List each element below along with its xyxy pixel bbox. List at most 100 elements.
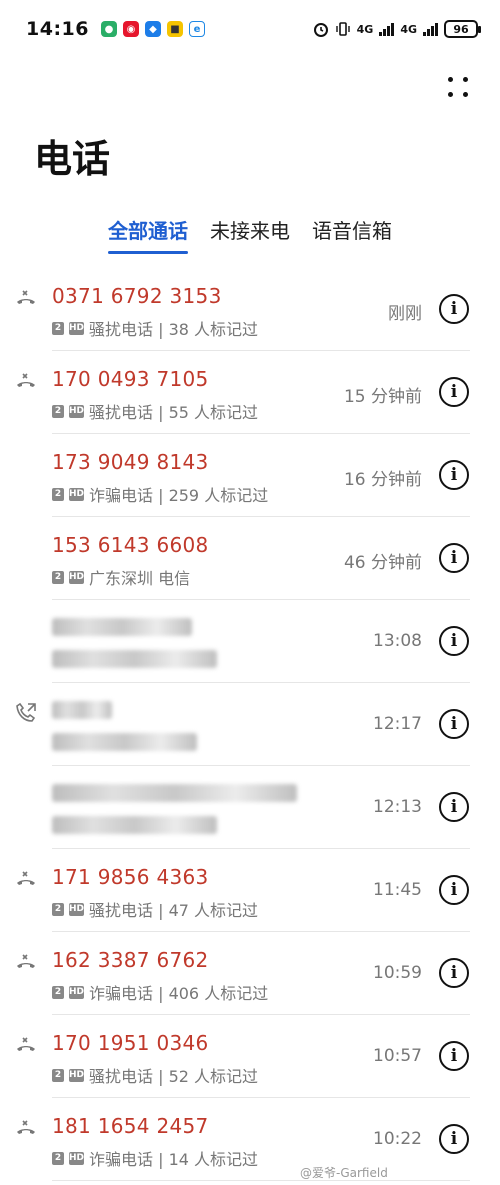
call-info-button[interactable]: i: [439, 875, 469, 905]
call-time: 46 分钟前: [343, 553, 422, 573]
dot-icon: [448, 92, 453, 97]
call-subtitle: 2 HD 骚扰电话 | 55 人标记过: [52, 399, 258, 423]
wechat-icon: ●: [100, 21, 117, 37]
news-app-icon: ■: [166, 21, 183, 37]
hd-badge: HD: [69, 321, 85, 335]
blurred-subtitle: [52, 733, 197, 751]
sim-badge: 2: [52, 487, 64, 501]
call-number: 171 9856 4363: [52, 865, 209, 889]
sim-badge: 2: [52, 321, 64, 335]
rejected-call-icon: [14, 286, 38, 310]
notification-icons: ● ◉ ◆ ■ e: [100, 21, 205, 37]
status-bar: 14:16 ● ◉ ◆ ■ e 4G 4G 96: [0, 0, 500, 58]
call-time: 10:22: [373, 1129, 422, 1149]
rejected-call-icon: [14, 369, 38, 393]
call-row[interactable]: 153 6143 6608 2 HD 广东深圳 电信 46 分钟前 i: [0, 517, 500, 600]
blurred-number: [52, 701, 112, 719]
call-time: 15 分钟前: [343, 387, 422, 407]
call-subtitle: 2 HD 骚扰电话 | 47 人标记过: [52, 897, 258, 921]
page-title: 电话: [34, 137, 111, 181]
call-number: 181 1654 2457: [52, 1114, 209, 1138]
call-row[interactable]: 0371 6792 3153 2 HD 骚扰电话 | 38 人标记过 刚刚 i: [0, 268, 500, 351]
call-label: 骚扰电话 | 52 人标记过: [89, 1067, 259, 1086]
call-number: 153 6143 6608: [52, 533, 209, 557]
call-subtitle: 2 HD 骚扰电话 | 38 人标记过: [52, 316, 258, 340]
vibrate-icon: [335, 22, 350, 36]
blurred-number: [52, 618, 192, 636]
call-row[interactable]: 173 9049 8143 2 HD 诈骗电话 | 259 人标记过 16 分钟前 i: [0, 434, 500, 517]
rejected-call-icon: [14, 867, 38, 891]
call-row[interactable]: 170 1951 0346 2 HD 骚扰电话 | 52 人标记过 10:57 i: [0, 1015, 500, 1098]
call-info-button[interactable]: i: [439, 709, 469, 739]
call-time: 刚刚: [388, 304, 422, 324]
blurred-subtitle: [52, 650, 217, 668]
call-time: 10:57: [373, 1046, 422, 1066]
more-menu-button[interactable]: [446, 75, 470, 99]
call-info-button[interactable]: i: [439, 460, 469, 490]
call-info-button[interactable]: i: [439, 1124, 469, 1154]
call-label: 骚扰电话 | 55 人标记过: [89, 403, 259, 422]
battery-indicator: 96: [444, 20, 481, 38]
call-label: 诈骗电话 | 14 人标记过: [89, 1150, 259, 1169]
call-row[interactable]: 181 1654 2457 2 HD 诈骗电话 | 14 人标记过 10:22 i: [0, 1098, 500, 1181]
call-number: 170 1951 0346: [52, 1031, 209, 1055]
browser-icon: e: [188, 21, 205, 37]
chat-app-icon: ◆: [144, 21, 161, 37]
hd-badge: HD: [69, 487, 85, 501]
divider: [52, 1180, 470, 1181]
blurred-subtitle: [52, 816, 217, 834]
call-subtitle: 2 HD 诈骗电话 | 406 人标记过: [52, 980, 268, 1004]
rejected-call-icon: [14, 950, 38, 974]
call-time: 11:45: [373, 880, 422, 900]
network-type-2: 4G: [400, 22, 417, 36]
call-subtitle: 2 HD 诈骗电话 | 259 人标记过: [52, 482, 268, 506]
call-info-button[interactable]: i: [439, 543, 469, 573]
call-label: 广东深圳 电信: [89, 569, 191, 588]
rejected-call-icon: [14, 1116, 38, 1140]
tab-voicemail[interactable]: 语音信箱: [312, 215, 392, 254]
call-number: 170 0493 7105: [52, 367, 209, 391]
hd-badge: HD: [69, 985, 85, 999]
call-label: 骚扰电话 | 38 人标记过: [89, 320, 259, 339]
tab-all-calls[interactable]: 全部通话: [108, 215, 188, 254]
blurred-number: [52, 784, 297, 802]
dot-icon: [463, 92, 468, 97]
outgoing-call-icon: [14, 701, 38, 725]
sim-badge: 2: [52, 1151, 64, 1165]
call-info-button[interactable]: i: [439, 1041, 469, 1071]
network-type-1: 4G: [356, 22, 374, 36]
call-info-button[interactable]: i: [439, 377, 469, 407]
call-info-button[interactable]: i: [439, 294, 469, 324]
hd-badge: HD: [69, 902, 85, 916]
alarm-icon: [313, 23, 328, 37]
signal-icon-2: [423, 22, 438, 36]
dot-icon: [463, 77, 468, 82]
hd-badge: HD: [69, 1151, 85, 1165]
call-info-button[interactable]: i: [439, 626, 469, 656]
call-row[interactable]: 13:08 i: [0, 600, 500, 683]
call-label: 诈骗电话 | 259 人标记过: [89, 486, 269, 505]
call-row[interactable]: 12:17 i: [0, 683, 500, 766]
signal-icon-1: [379, 22, 395, 36]
sim-badge: 2: [52, 985, 64, 999]
status-time: 14:16: [26, 18, 89, 40]
call-label: 诈骗电话 | 406 人标记过: [89, 984, 269, 1003]
sim-badge: 2: [52, 404, 64, 418]
status-right: 4G 4G 96: [313, 20, 481, 38]
call-subtitle: 2 HD 广东深圳 电信: [52, 565, 190, 589]
call-row[interactable]: 12:13 i: [0, 766, 500, 849]
sim-badge: 2: [52, 902, 64, 916]
call-info-button[interactable]: i: [439, 958, 469, 988]
call-subtitle: 2 HD 骚扰电话 | 52 人标记过: [52, 1063, 258, 1087]
tab-missed-calls[interactable]: 未接来电: [210, 215, 290, 254]
tab-bar: 全部通话 未接来电 语音信箱: [0, 215, 500, 254]
call-row[interactable]: 162 3387 6762 2 HD 诈骗电话 | 406 人标记过 10:59 i: [0, 932, 500, 1015]
hd-badge: HD: [69, 404, 85, 418]
call-number: 173 9049 8143: [52, 450, 209, 474]
call-time: 12:13: [373, 797, 422, 817]
call-time: 12:17: [373, 714, 422, 734]
call-info-button[interactable]: i: [439, 792, 469, 822]
call-row[interactable]: 171 9856 4363 2 HD 骚扰电话 | 47 人标记过 11:45 i: [0, 849, 500, 932]
call-row[interactable]: 170 0493 7105 2 HD 骚扰电话 | 55 人标记过 15 分钟前 i: [0, 351, 500, 434]
sim-badge: 2: [52, 1068, 64, 1082]
